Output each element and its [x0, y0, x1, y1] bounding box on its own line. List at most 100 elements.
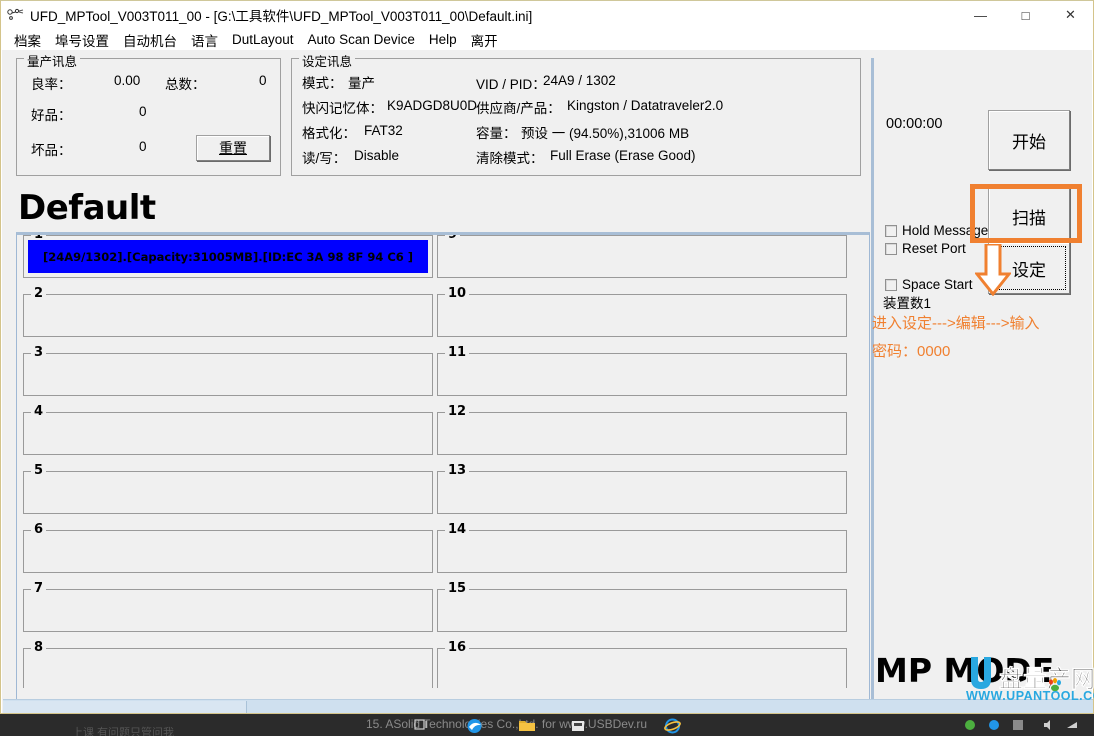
window-horizontal-scrollbar[interactable]: [3, 699, 1093, 713]
close-button[interactable]: ✕: [1048, 1, 1093, 29]
hold-message-checkbox[interactable]: Hold Message: [885, 223, 988, 238]
start-button[interactable]: 开始: [988, 110, 1070, 170]
total-value: 0: [259, 73, 267, 88]
flash-label: 快闪记忆体：: [302, 97, 383, 117]
bad-value: 0: [139, 139, 147, 154]
tray-misc-icon[interactable]: [1012, 718, 1024, 736]
device-slot-16[interactable]: 16: [437, 648, 847, 691]
menu-item-auto-machine[interactable]: 自动机台: [116, 29, 184, 51]
edge-browser-icon[interactable]: [466, 718, 483, 736]
taskview-icon[interactable]: [414, 718, 430, 736]
tray-green-icon[interactable]: [964, 718, 976, 736]
setting-info-legend: 设定讯息: [299, 51, 355, 70]
main-window: UFD_MPTool_V003T011_00 - [G:\工具软件\UFD_MP…: [0, 0, 1094, 714]
checkbox-icon: [885, 279, 897, 291]
hold-message-label: Hold Message: [902, 223, 988, 238]
slot-content: [28, 594, 428, 627]
window-title: UFD_MPTool_V003T011_00 - [G:\工具软件\UFD_MP…: [30, 5, 532, 25]
device-slot-14[interactable]: 14: [437, 530, 847, 573]
erase-label: 清除模式：: [476, 147, 544, 167]
reset-port-checkbox[interactable]: Reset Port: [885, 241, 966, 256]
slot-content: [442, 594, 842, 627]
menu-item-exit[interactable]: 离开: [464, 29, 505, 51]
menu-item-port-settings[interactable]: 埠号设置: [48, 29, 116, 51]
space-start-checkbox[interactable]: Space Start: [885, 277, 973, 292]
mode-label: 模式：: [302, 72, 343, 92]
window-controls: — □ ✕: [958, 1, 1093, 29]
tray-volume-icon[interactable]: [1042, 718, 1054, 736]
slot-content: [28, 417, 428, 450]
device-slot-12[interactable]: 12: [437, 412, 847, 455]
slot-column-right: 9 10 11 12: [437, 235, 847, 702]
vidpid-value: 24A9 / 1302: [543, 73, 616, 88]
minimize-button[interactable]: —: [958, 1, 1003, 29]
slot-content: [28, 535, 428, 568]
slot-area-vertical-scrollbar[interactable]: [855, 236, 868, 702]
device-slot-area: 1 [24A9/1302].[Capacity:31005MB].[ID:EC …: [16, 232, 870, 702]
annotation-line-2: 密码：0000: [872, 340, 950, 361]
file-explorer-icon[interactable]: [518, 718, 536, 736]
slot-content: [442, 653, 842, 686]
slot-content: [28, 653, 428, 686]
yield-label: 良率：: [31, 73, 72, 93]
internet-explorer-icon[interactable]: [664, 718, 681, 736]
vendor-value: Kingston / Datatraveler2.0: [567, 98, 723, 113]
device-slot-11[interactable]: 11: [437, 353, 847, 396]
device-slot-10[interactable]: 10: [437, 294, 847, 337]
menu-item-file[interactable]: 档案: [7, 29, 48, 51]
format-value: FAT32: [364, 123, 403, 138]
slot-content: [28, 358, 428, 391]
reset-button-label: 重置: [219, 138, 247, 158]
device-slot-5[interactable]: 5: [23, 471, 433, 514]
scrollbar-thumb[interactable]: [3, 701, 247, 713]
tray-network-icon[interactable]: [1066, 718, 1078, 736]
production-info-legend: 量产讯息: [24, 51, 80, 70]
device-slot-2[interactable]: 2: [23, 294, 433, 337]
mode-value: 量产: [348, 72, 375, 92]
slot-content: [442, 358, 842, 391]
annotation-line-1: 进入设定--->编辑--->输入: [872, 312, 1040, 333]
slot-content: [442, 417, 842, 450]
slot-content: [28, 476, 428, 509]
reset-button[interactable]: 重置: [196, 135, 270, 161]
desktop-taskbar: 上课 有问题只管问我 15. ASolid Technologies Co.,L…: [0, 714, 1094, 736]
device-slot-4[interactable]: 4: [23, 412, 433, 455]
setting-info-panel: 设定讯息 模式： 量产 VID / PID： 24A9 / 1302 快闪记忆体…: [291, 58, 861, 176]
device-count-label: 装置数1: [883, 292, 931, 312]
format-label: 格式化：: [302, 122, 356, 142]
menu-item-language[interactable]: 语言: [184, 29, 225, 51]
checkbox-icon: [885, 225, 897, 237]
maximize-button[interactable]: □: [1003, 1, 1048, 29]
title-bar: UFD_MPTool_V003T011_00 - [G:\工具软件\UFD_MP…: [1, 1, 1093, 29]
yield-value: 0.00: [114, 73, 140, 88]
device-slot-1[interactable]: 1 [24A9/1302].[Capacity:31005MB].[ID:EC …: [23, 235, 433, 278]
slot-device-info: [24A9/1302].[Capacity:31005MB].[ID:EC 3A…: [43, 250, 413, 264]
space-start-label: Space Start: [902, 277, 973, 292]
device-slot-grid: 1 [24A9/1302].[Capacity:31005MB].[ID:EC …: [17, 235, 857, 701]
application-icon[interactable]: [570, 718, 586, 736]
device-slot-8[interactable]: 8: [23, 648, 433, 691]
slot-content: [442, 299, 842, 332]
device-slot-6[interactable]: 6: [23, 530, 433, 573]
elapsed-timer: 00:00:00: [886, 116, 942, 132]
menu-item-auto-scan-device[interactable]: Auto Scan Device: [301, 31, 422, 48]
settings-button[interactable]: 设定: [988, 242, 1070, 294]
device-slot-7[interactable]: 7: [23, 589, 433, 632]
scan-button[interactable]: 扫描: [988, 186, 1070, 246]
slot-content: [28, 299, 428, 332]
device-slot-9[interactable]: 9: [437, 235, 847, 278]
menu-item-help[interactable]: Help: [422, 31, 464, 48]
device-slot-13[interactable]: 13: [437, 471, 847, 514]
control-panel: 00:00:00 开始 扫描 设定 Hold Message: [871, 58, 1087, 708]
vendor-label: 供应商/产品：: [476, 97, 561, 117]
device-slot-15[interactable]: 15: [437, 589, 847, 632]
checkbox-icon: [885, 243, 897, 255]
settings-button-focus-ring: 设定: [992, 246, 1066, 290]
bad-label: 坏品：: [31, 139, 72, 159]
menu-item-dutlayout[interactable]: DutLayout: [225, 31, 301, 48]
tray-blue-icon[interactable]: [988, 718, 1000, 736]
device-slot-3[interactable]: 3: [23, 353, 433, 396]
vidpid-label: VID / PID：: [476, 73, 546, 93]
erase-value: Full Erase (Erase Good): [550, 148, 696, 163]
slot-content: [442, 476, 842, 509]
